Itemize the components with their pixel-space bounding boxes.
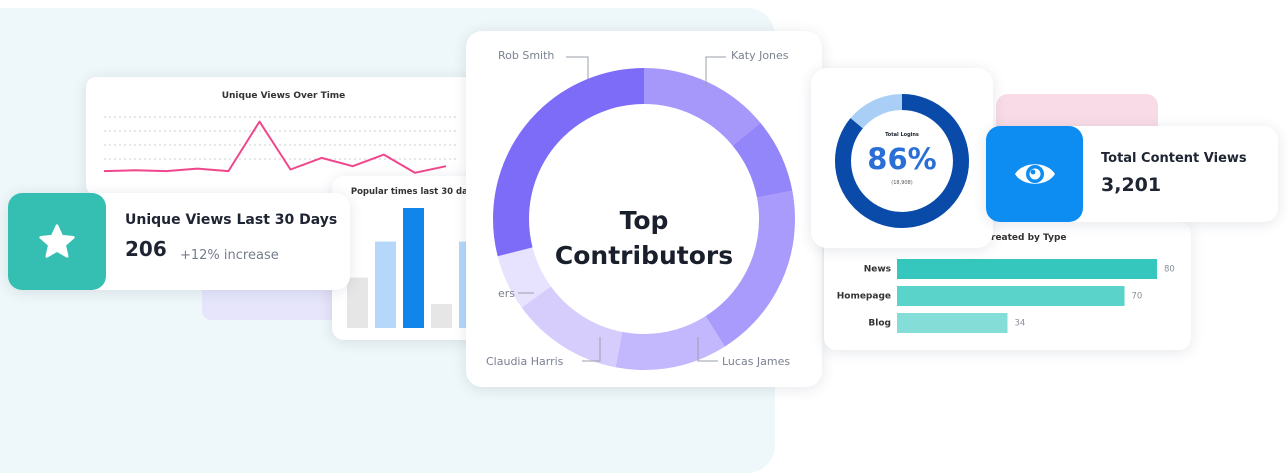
donut-title: Top Contributors <box>466 203 822 273</box>
popular-times-bar <box>375 241 396 328</box>
top-contributors-card: Top Contributors Rob Smith Katy Jones Lu… <box>466 31 822 387</box>
total-content-views-card: Total Content Views 3,201 <box>986 126 1278 222</box>
unique-views-title: Unique Views Last 30 Days <box>125 212 338 228</box>
bar-mark <box>897 313 1008 333</box>
bar-category-label: Blog <box>868 319 891 329</box>
bar-mark <box>897 286 1125 306</box>
logins-percent: 86% <box>867 142 937 176</box>
contributor-label-rob: Rob Smith <box>498 49 555 62</box>
unique-views-card: Unique Views Last 30 Days 206 +12% incre… <box>8 193 350 290</box>
donut-title-line1: Top <box>619 206 669 235</box>
bar-value-label: 34 <box>1015 319 1026 329</box>
bar-mark <box>897 259 1157 279</box>
bar-value-label: 80 <box>1164 265 1175 275</box>
popular-times-bar <box>431 304 452 328</box>
contributor-label-lucas: Lucas James <box>722 355 791 368</box>
donut-title-line2: Contributors <box>554 241 734 270</box>
bar-value-label: 70 <box>1132 292 1143 302</box>
bar-category-label: Homepage <box>837 292 891 302</box>
popular-times-bar <box>347 277 368 328</box>
leader-katy <box>705 56 726 87</box>
contributor-label-partial: ers <box>498 287 516 300</box>
line-series <box>103 120 447 174</box>
leader-rob <box>566 56 589 79</box>
content-views-value: 3,201 <box>1101 174 1162 196</box>
contributor-label-katy: Katy Jones <box>731 49 789 62</box>
contributor-label-claudia: Claudia Harris <box>486 355 564 368</box>
unique-views-change: +12% increase <box>180 248 279 263</box>
star-icon <box>8 193 106 290</box>
content-views-title: Total Content Views <box>1101 151 1247 166</box>
total-logins-card: Total Logins 86% (18,908) <box>811 68 993 248</box>
logins-label: Total Logins <box>885 132 919 138</box>
popular-times-bar <box>403 208 424 328</box>
bar-category-label: News <box>864 265 891 275</box>
unique-views-value: 206 <box>125 237 167 261</box>
eye-icon <box>986 126 1083 222</box>
logins-count: (18,908) <box>891 180 913 186</box>
